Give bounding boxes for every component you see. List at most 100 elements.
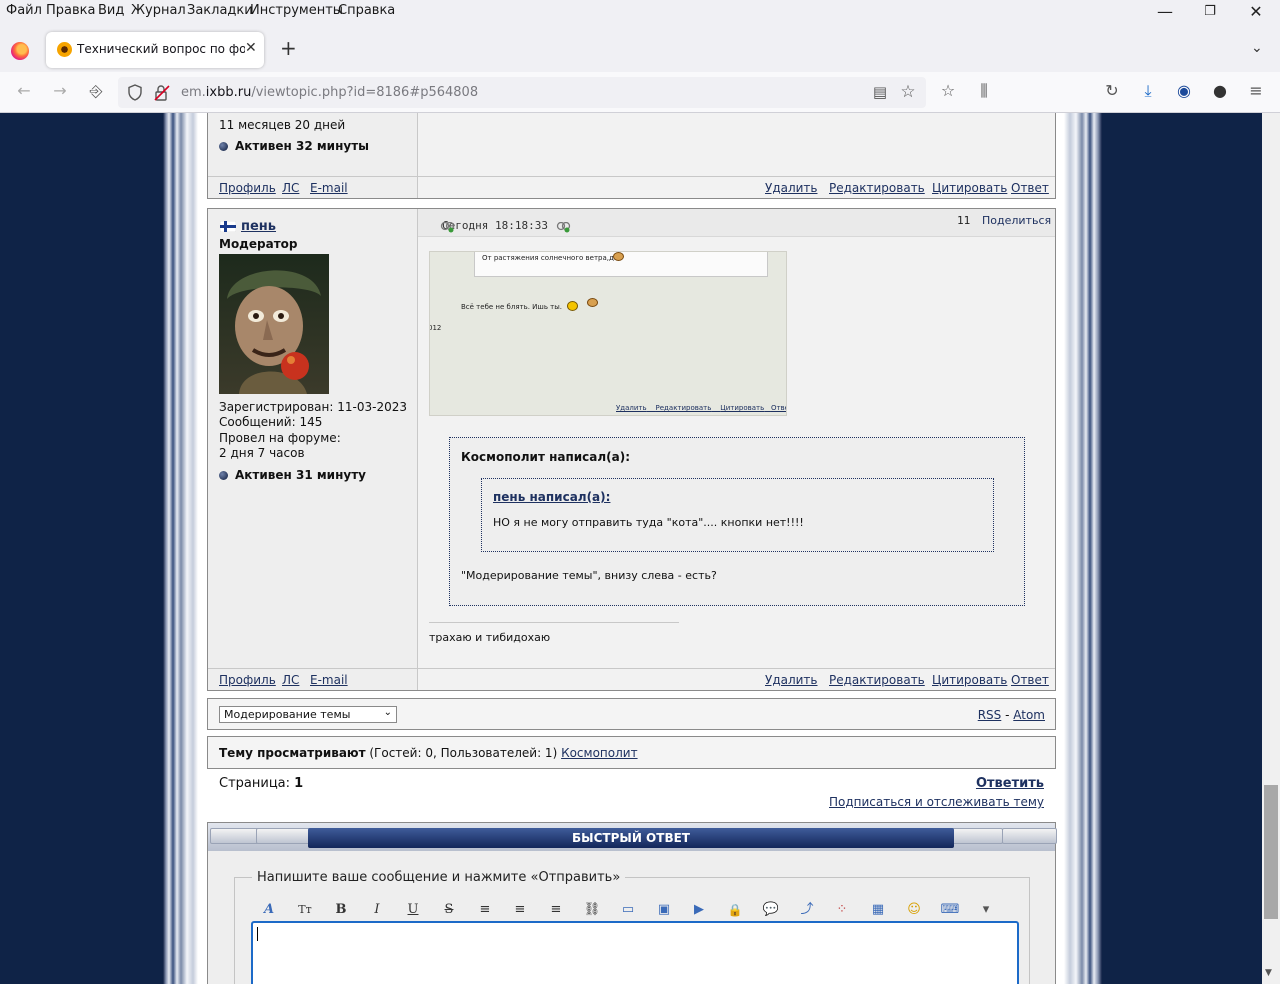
navigation-bar: ← → ⎆ em.ixbb.ru/viewtopic.php?id=8186#p…: [0, 72, 1280, 113]
lock-warning-icon[interactable]: [154, 84, 170, 101]
color-palette-icon[interactable]: ⁘: [832, 901, 852, 919]
active-status: Активен 32 минуты: [219, 139, 369, 153]
menu-help[interactable]: Справка: [338, 3, 395, 18]
edit-link[interactable]: Редактировать: [829, 673, 925, 687]
back-icon[interactable]: ←: [14, 82, 34, 100]
rss-link[interactable]: RSS: [978, 708, 1002, 722]
align-center-icon[interactable]: ≡: [510, 901, 530, 919]
insert-image-icon[interactable]: ▭: [618, 901, 638, 919]
font-color-icon[interactable]: A: [259, 901, 279, 919]
nested-quote-text: НО я не могу отправить туда "кота".... к…: [493, 516, 804, 529]
post-time: Сегодня 18:18:33: [442, 219, 548, 232]
bold-icon[interactable]: B: [331, 901, 351, 919]
globe-extension-icon[interactable]: ◉: [1174, 82, 1194, 100]
quote-link[interactable]: Цитировать: [932, 673, 1007, 687]
strikethrough-icon[interactable]: S: [439, 901, 459, 919]
quick-reply-legend: Напишите ваше сообщение и нажмите «Отпра…: [252, 870, 626, 885]
share-link[interactable]: Поделиться: [982, 214, 1051, 227]
menu-history[interactable]: Журнал: [131, 3, 186, 18]
hide-icon[interactable]: 🔒: [725, 901, 745, 919]
menu-bookmarks[interactable]: Закладки: [187, 3, 253, 18]
smiley-icon[interactable]: ☺: [904, 901, 924, 919]
viewers-text: Тему просматривают (Гостей: 0, Пользоват…: [219, 746, 638, 760]
menu-file[interactable]: Файл: [6, 3, 42, 18]
quote-box: Космополит написал(а): пень написал(а): …: [449, 437, 1025, 606]
insert-media-icon[interactable]: ▣: [654, 901, 674, 919]
page-scrollbar-thumb[interactable]: [1264, 785, 1278, 919]
underline-icon[interactable]: U: [403, 901, 423, 919]
new-tab-icon[interactable]: +: [280, 38, 297, 58]
italic-icon[interactable]: I: [367, 901, 387, 919]
edit-link[interactable]: Редактировать: [829, 181, 925, 195]
subscribe-link[interactable]: Подписаться и отслеживать тему: [829, 795, 1044, 809]
pm-link[interactable]: ЛС: [282, 673, 299, 687]
cool-smile-icon: [567, 301, 578, 311]
quote-icon[interactable]: 💬: [761, 901, 781, 919]
profile-link[interactable]: Профиль: [219, 673, 276, 687]
font-size-icon[interactable]: Tт: [295, 901, 315, 919]
insert-video-icon[interactable]: ▶: [689, 901, 709, 919]
import-icon[interactable]: ⎆: [86, 82, 106, 100]
finland-flag-icon: [220, 221, 236, 232]
message-textarea[interactable]: [251, 921, 1019, 984]
viewer-user-link[interactable]: Космополит: [561, 746, 638, 760]
forward-icon[interactable]: →: [50, 82, 70, 100]
moderation-select[interactable]: Модерирование темы ⌄: [219, 706, 397, 723]
shield-icon[interactable]: [127, 84, 143, 101]
library-icon[interactable]: ⫼: [974, 82, 994, 100]
extension-icon[interactable]: ●: [1210, 82, 1230, 100]
menu-edit[interactable]: Правка: [46, 3, 95, 18]
screenshot-line-1: От растяжения солнечного ветра,да: [482, 254, 619, 262]
quick-reply-title-bar: БЫСТРЫЙ ОТВЕТ: [308, 828, 954, 848]
profile-link[interactable]: Профиль: [219, 181, 276, 195]
keyboard-icon[interactable]: ⌨: [940, 901, 960, 919]
align-left-icon[interactable]: ≡: [475, 901, 495, 919]
delete-link[interactable]: Удалить: [765, 181, 818, 195]
hamburger-menu-icon[interactable]: ≡: [1246, 82, 1266, 100]
pagination: Страница: 1: [219, 776, 304, 791]
bookmark-star-icon[interactable]: ☆: [898, 83, 918, 101]
previous-post: 11 месяцев 20 дней Активен 32 минуты Про…: [207, 113, 1056, 199]
scroll-down-icon[interactable]: ▼: [1265, 968, 1272, 978]
page-frame-right: [1064, 113, 1102, 984]
quote-link[interactable]: Цитировать: [932, 181, 1007, 195]
signature: трахаю и тибидохаю: [429, 631, 551, 644]
download-icon[interactable]: ⤓: [1138, 82, 1158, 100]
close-window-icon[interactable]: ✕: [1246, 4, 1266, 20]
email-link[interactable]: E-mail: [310, 673, 348, 687]
minimize-icon[interactable]: —: [1155, 4, 1175, 20]
pm-link[interactable]: ЛС: [282, 181, 299, 195]
quick-reply-body: Напишите ваше сообщение и нажмите «Отпра…: [207, 851, 1056, 984]
bookmarks-star-icon[interactable]: ☆: [938, 82, 958, 100]
author-name-link[interactable]: пень: [241, 219, 276, 234]
menu-view[interactable]: Вид: [98, 3, 124, 18]
align-right-icon[interactable]: ≡: [546, 901, 566, 919]
reply-link[interactable]: Ответ: [1011, 181, 1049, 195]
table-icon[interactable]: ▦: [868, 901, 888, 919]
screenshot-side-number: 012: [429, 324, 442, 332]
reader-view-icon[interactable]: ▤: [870, 83, 890, 101]
restore-icon[interactable]: ❐: [1200, 4, 1220, 20]
link-icon[interactable]: [556, 222, 572, 233]
reply-button[interactable]: Ответить: [976, 776, 1044, 791]
post-number: 11: [957, 214, 971, 227]
smile-icon: [613, 252, 624, 261]
spoiler-icon[interactable]: ⤴: [797, 901, 817, 919]
link-icon[interactable]: [440, 222, 456, 233]
reply-link[interactable]: Ответ: [1011, 673, 1049, 687]
nested-quote-author-link[interactable]: пень написал(а):: [493, 490, 610, 504]
atom-link[interactable]: Atom: [1013, 708, 1045, 722]
more-dropdown-icon[interactable]: ▾: [976, 901, 996, 919]
url-text[interactable]: em.ixbb.ru/viewtopic.php?id=8186#p564808: [181, 85, 478, 100]
tab-list-chevron-icon[interactable]: ⌄: [1251, 40, 1263, 56]
reload-icon[interactable]: ↻: [1102, 82, 1122, 100]
registered-date: Зарегистрирован: 11-03-2023: [219, 400, 407, 414]
delete-link[interactable]: Удалить: [765, 673, 818, 687]
email-link[interactable]: E-mail: [310, 181, 348, 195]
insert-link-icon[interactable]: ⛓: [582, 901, 602, 919]
messages-count: Сообщений: 145: [219, 415, 323, 429]
menu-tools[interactable]: Инструменты: [250, 3, 343, 18]
tab-active[interactable]: Технический вопрос по форуму ✕: [46, 32, 264, 68]
url-bar[interactable]: em.ixbb.ru/viewtopic.php?id=8186#p564808…: [118, 77, 926, 108]
tab-close-icon[interactable]: ✕: [245, 40, 257, 56]
